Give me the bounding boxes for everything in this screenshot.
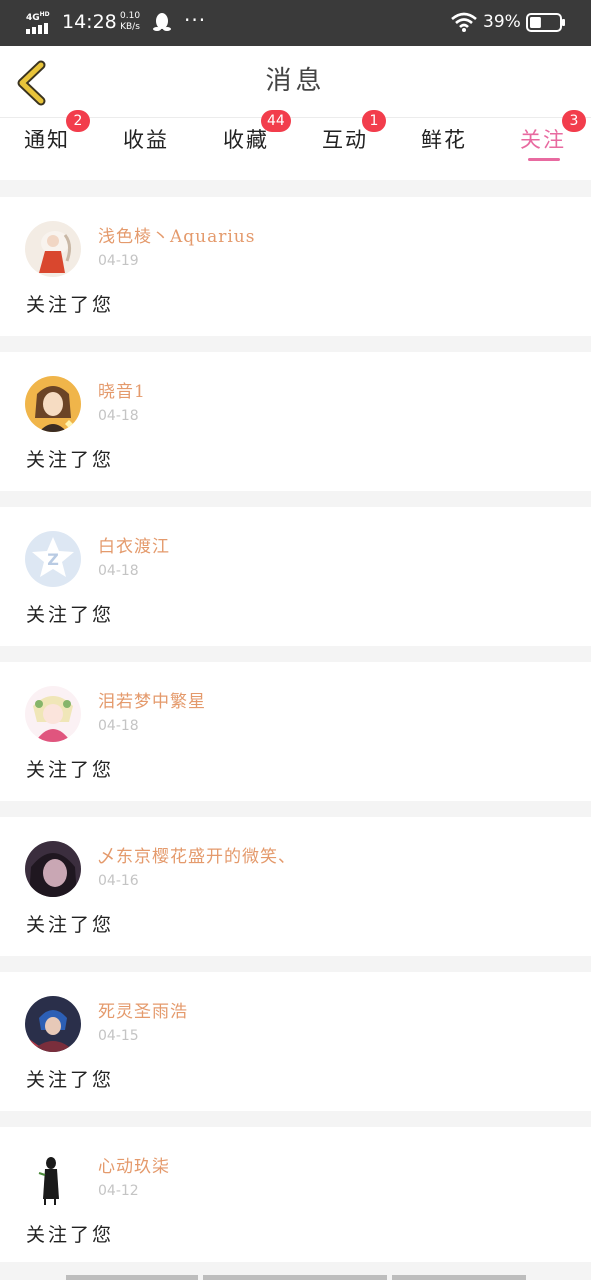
username[interactable]: 死灵圣雨浩 bbox=[98, 1001, 188, 1023]
message-date: 04-12 bbox=[98, 1183, 139, 1199]
message-date: 04-18 bbox=[98, 718, 139, 734]
avatar[interactable] bbox=[25, 1151, 81, 1207]
message-date: 04-19 bbox=[98, 253, 139, 269]
message-date: 04-16 bbox=[98, 873, 139, 889]
notification-badge: 2 bbox=[66, 110, 90, 132]
tab-bar: 通知 2 收益 收藏 44 互动 1 鲜花 关注 3 bbox=[0, 110, 591, 180]
message-text: 关注了您 bbox=[26, 294, 115, 316]
battery-icon bbox=[526, 13, 566, 32]
more-notifications-icon: ··· bbox=[184, 8, 207, 32]
notification-badge: 1 bbox=[362, 110, 386, 132]
list-item[interactable]: 乄东京樱花盛开的微笑、 04-16 关注了您 bbox=[0, 817, 591, 956]
signal-icon: 4GHD bbox=[24, 10, 54, 34]
avatar[interactable] bbox=[25, 221, 81, 277]
list-item[interactable]: 泪若梦中繁星 04-18 关注了您 bbox=[0, 662, 591, 801]
tab-notifications[interactable]: 通知 2 bbox=[2, 110, 92, 180]
list-item[interactable]: Z 白衣渡江 04-18 关注了您 bbox=[0, 507, 591, 646]
username[interactable]: 泪若梦中繁星 bbox=[98, 691, 206, 713]
username[interactable]: 心动玖柒 bbox=[98, 1156, 170, 1178]
tab-flowers[interactable]: 鲜花 bbox=[399, 118, 489, 180]
message-text: 关注了您 bbox=[26, 1224, 115, 1246]
username[interactable]: 浅色棱丶Aquarius bbox=[98, 226, 255, 248]
username[interactable]: 白衣渡江 bbox=[98, 536, 170, 558]
message-date: 04-15 bbox=[98, 1028, 139, 1044]
qq-penguin-icon bbox=[153, 12, 171, 32]
message-text: 关注了您 bbox=[26, 1069, 115, 1091]
avatar[interactable] bbox=[25, 376, 81, 432]
list-item[interactable]: 浅色棱丶Aquarius 04-19 关注了您 bbox=[0, 197, 591, 336]
header: 消息 bbox=[0, 46, 591, 118]
tab-label: 鲜花 bbox=[421, 128, 467, 152]
notification-badge: 44 bbox=[261, 110, 291, 132]
message-text: 关注了您 bbox=[26, 604, 115, 626]
username[interactable]: 晓音1 bbox=[98, 381, 146, 403]
avatar[interactable] bbox=[25, 686, 81, 742]
network-speed: 0.10 KB/s bbox=[120, 11, 140, 33]
active-tab-indicator bbox=[528, 158, 560, 161]
battery-percent: 39% bbox=[483, 12, 521, 32]
avatar[interactable] bbox=[25, 841, 81, 897]
avatar[interactable] bbox=[25, 996, 81, 1052]
scroll-indicator bbox=[66, 1275, 526, 1280]
message-text: 关注了您 bbox=[26, 759, 115, 781]
list-item[interactable]: 死灵圣雨浩 04-15 关注了您 bbox=[0, 972, 591, 1111]
username[interactable]: 乄东京樱花盛开的微笑、 bbox=[98, 846, 296, 868]
notification-badge: 3 bbox=[562, 110, 586, 132]
network-hd: HD bbox=[39, 11, 50, 18]
list-item[interactable]: 晓音1 04-18 关注了您 bbox=[0, 352, 591, 491]
message-date: 04-18 bbox=[98, 408, 139, 424]
list-item[interactable]: 心动玖柒 04-12 关注了您 bbox=[0, 1127, 591, 1262]
clock: 14:28 bbox=[62, 11, 117, 33]
network-type: 4G bbox=[26, 13, 40, 23]
network-speed-value: 0.10 bbox=[120, 11, 141, 21]
status-bar: 4GHD 14:28 0.10 KB/s ··· 39% bbox=[0, 0, 591, 46]
network-speed-unit: KB/s bbox=[120, 22, 140, 32]
tab-earnings[interactable]: 收益 bbox=[101, 118, 191, 180]
tab-label: 收益 bbox=[123, 128, 169, 152]
avatar[interactable]: Z bbox=[25, 531, 81, 587]
message-date: 04-18 bbox=[98, 563, 139, 579]
svg-text:Z: Z bbox=[47, 550, 59, 569]
message-text: 关注了您 bbox=[26, 914, 115, 936]
tab-interactions[interactable]: 互动 1 bbox=[300, 110, 390, 180]
wifi-icon bbox=[450, 12, 478, 32]
page-title: 消息 bbox=[265, 66, 326, 96]
tab-follows[interactable]: 关注 3 bbox=[498, 110, 588, 180]
message-text: 关注了您 bbox=[26, 449, 115, 471]
tab-favorites[interactable]: 收藏 44 bbox=[201, 110, 291, 180]
